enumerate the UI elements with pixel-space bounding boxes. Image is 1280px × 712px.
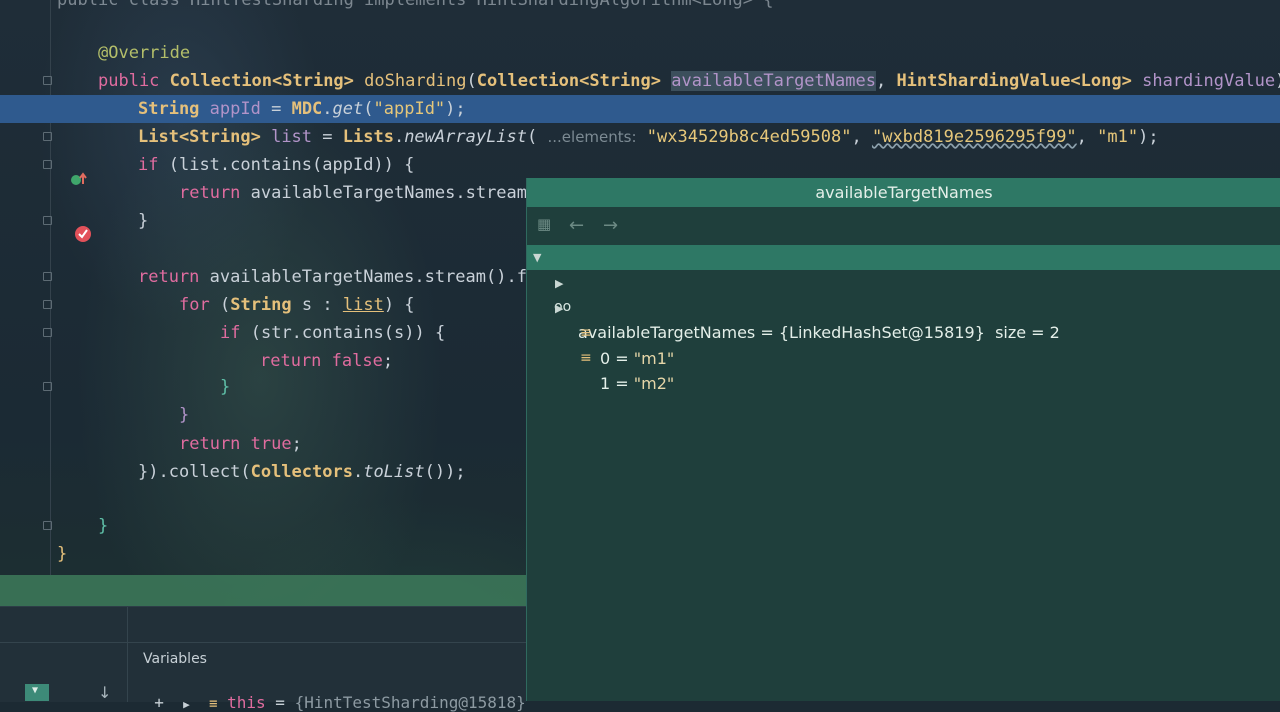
code-line-method-decl[interactable]: public Collection<String> doSharding(Col… bbox=[0, 67, 1280, 185]
string-appid: "appId" bbox=[373, 99, 446, 119]
method-name: doSharding bbox=[364, 71, 467, 91]
expand-triangle-icon[interactable]: ▶ bbox=[555, 271, 563, 296]
chevron-down-icon: ▼ bbox=[32, 685, 39, 696]
string-wx1: "wx34529b8c4ed59508" bbox=[646, 127, 852, 147]
item-index: 1 bbox=[600, 374, 611, 393]
variable-inspector-popup[interactable]: availableTargetNames ▦ ← → ▼ oo availabl… bbox=[526, 178, 1280, 701]
type-string: String bbox=[230, 295, 292, 315]
expand-triangle-icon[interactable]: ▶ bbox=[555, 296, 563, 321]
fold-marker[interactable] bbox=[43, 328, 52, 337]
code-line-if-contains[interactable]: if (list.contains(appId)) { bbox=[0, 151, 1280, 179]
method-new-array-list: newArrayList bbox=[404, 127, 528, 147]
fold-marker[interactable] bbox=[43, 521, 52, 530]
keyword-if: if bbox=[138, 155, 159, 175]
string-m1: "m1" bbox=[1097, 127, 1139, 147]
field-icon: ≡ bbox=[209, 696, 218, 712]
param-sharding-value: shardingValue bbox=[1142, 71, 1276, 91]
tree-item-row[interactable]: ▶ ≡ 0 = "m1" bbox=[527, 271, 1280, 368]
editor-status-strip bbox=[0, 575, 526, 606]
return-stream-expression: availableTargetNames.stream().f bbox=[209, 267, 527, 287]
override-annotation: @Override bbox=[98, 43, 191, 63]
fold-marker[interactable] bbox=[43, 216, 52, 225]
param-available-target-names[interactable]: availableTargetNames bbox=[671, 71, 876, 91]
closing-brace: } bbox=[138, 211, 149, 231]
loop-var: s bbox=[301, 295, 313, 315]
forward-arrow-icon[interactable]: → bbox=[603, 215, 618, 236]
back-arrow-icon[interactable]: ← bbox=[569, 215, 584, 236]
item-value: "m2" bbox=[633, 374, 675, 393]
root-var-size: size = 2 bbox=[995, 323, 1060, 342]
string-wx2: "wxbd819e2596295f99" bbox=[871, 127, 1077, 147]
keyword-true: true bbox=[250, 434, 292, 454]
expand-triangle-icon[interactable]: ▶ bbox=[183, 698, 190, 711]
return-expression: availableTargetNames.stream bbox=[250, 183, 528, 203]
field-icon: ≡ bbox=[580, 325, 592, 341]
if-condition: (list.contains(appId)) { bbox=[168, 155, 415, 175]
panel-divider bbox=[0, 642, 526, 643]
param-hint-elements: ...elements: bbox=[547, 128, 637, 146]
root-var-name: availableTargetNames bbox=[578, 323, 756, 342]
popup-toolbar: ▦ ← → bbox=[527, 207, 1280, 245]
fold-marker[interactable] bbox=[43, 300, 52, 309]
tree-root-row[interactable]: ▼ oo availableTargetNames = {LinkedHashS… bbox=[527, 245, 1280, 342]
method-get: get bbox=[332, 99, 364, 119]
if-condition-str: (str.contains(s)) { bbox=[250, 323, 446, 343]
variable-name: this bbox=[227, 693, 266, 712]
item-index: 0 bbox=[600, 349, 611, 368]
popup-title: availableTargetNames bbox=[527, 178, 1280, 207]
closing-brace: } bbox=[98, 516, 109, 536]
closing-brace: } bbox=[179, 405, 190, 425]
variable-row-this[interactable]: + ▶ ≡ this = {HintTestSharding@15818} bbox=[135, 674, 526, 712]
keyword-return: return bbox=[179, 183, 241, 203]
code-line-class-decl[interactable]: public class HintTestSharding implements… bbox=[0, 0, 1280, 14]
closing-brace: } bbox=[220, 377, 231, 397]
structure-icon[interactable]: ▦ bbox=[537, 215, 551, 233]
step-down-icon[interactable]: ↓ bbox=[98, 683, 111, 702]
add-watch-icon[interactable]: + bbox=[154, 693, 164, 712]
keyword-for: for bbox=[179, 295, 210, 315]
param-type-collection: Collection<String> bbox=[476, 71, 661, 91]
collect-end: ()); bbox=[424, 462, 466, 482]
keyword-return: return bbox=[260, 351, 322, 371]
fold-marker[interactable] bbox=[43, 132, 52, 141]
collect-call: }).collect( bbox=[138, 462, 251, 482]
panel-separator bbox=[127, 607, 128, 702]
var-list: list bbox=[271, 127, 313, 147]
class-mdc: MDC bbox=[291, 99, 323, 119]
keyword-if: if bbox=[220, 323, 241, 343]
fold-marker[interactable] bbox=[43, 76, 52, 85]
code-line-override[interactable]: @Override bbox=[0, 39, 1280, 67]
keyword-public: public bbox=[98, 71, 160, 91]
fold-marker[interactable] bbox=[43, 382, 52, 391]
closing-brace: } bbox=[57, 544, 68, 564]
param-type-hint: HintShardingValue<Long> bbox=[896, 71, 1132, 91]
fold-marker[interactable] bbox=[43, 160, 52, 169]
class-collectors: Collectors bbox=[250, 462, 353, 482]
class-declaration-text: public class HintTestSharding implements… bbox=[57, 0, 774, 10]
code-line-current-execution[interactable]: String appId = MDC.get("appId"); bbox=[0, 95, 1280, 242]
fold-marker[interactable] bbox=[43, 272, 52, 281]
loop-list: list bbox=[342, 295, 384, 315]
tree-item-row[interactable]: ▶ ≡ 1 = "m2" bbox=[527, 296, 1280, 393]
var-appid: appId bbox=[209, 99, 261, 119]
type-list: List<String> bbox=[138, 127, 261, 147]
item-value: "m1" bbox=[633, 349, 675, 368]
method-to-list: toList bbox=[363, 462, 425, 482]
collapse-triangle-icon[interactable]: ▼ bbox=[533, 245, 541, 270]
variables-title: Variables bbox=[143, 651, 207, 667]
field-icon: ≡ bbox=[580, 350, 592, 366]
keyword-return: return bbox=[179, 434, 241, 454]
root-var-value: {LinkedHashSet@15819} bbox=[778, 323, 985, 342]
return-type: Collection<String> bbox=[169, 71, 354, 91]
type-string: String bbox=[138, 99, 200, 119]
dropdown-button[interactable]: ▼ bbox=[25, 684, 49, 701]
keyword-false: false bbox=[331, 351, 383, 371]
variable-value: {HintTestSharding@15818} bbox=[294, 693, 526, 712]
keyword-return: return bbox=[138, 267, 200, 287]
code-line-list-decl[interactable]: List<String> list = Lists.newArrayList( … bbox=[0, 123, 1280, 151]
class-lists: Lists bbox=[342, 127, 394, 147]
